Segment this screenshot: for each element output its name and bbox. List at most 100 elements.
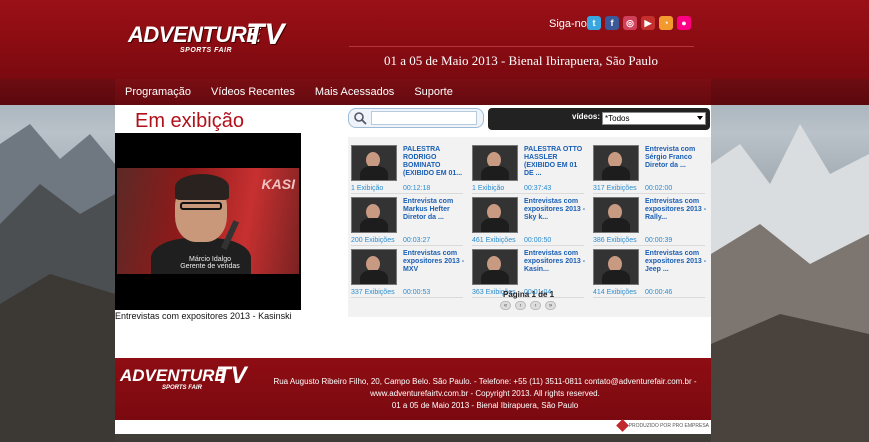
video-filter-label: vídeos: [572,112,601,121]
video-card[interactable]: Entrevista com Sérgio Franco Diretor da … [590,141,708,194]
pagination-controls: « ‹ › » [500,301,556,310]
video-category-select[interactable]: *Todos [602,112,706,125]
player-caption: Entrevistas com expositores 2013 - Kasin… [115,311,292,321]
nav-item-suporte[interactable]: Suporte [404,79,463,105]
video-card[interactable]: Entrevistas com expositores 2013 - MXV 33… [348,245,466,298]
footer-logo-tagline: SPORTS FAIR [162,385,202,391]
credit-text: PRODUZIDO POR PRO EMPRESA [628,422,709,429]
video-duration: 00:02:00 [645,185,673,192]
video-card[interactable]: PALESTRA RODRIGO BOMINATO (EXIBIDO EM 01… [348,141,466,194]
video-category-selected: *Todos [605,114,630,123]
video-card-divider [351,297,463,298]
video-card[interactable]: Entrevistas com expositores 2013 - Rally… [590,193,708,246]
video-title[interactable]: Entrevista com Markus Hefter Diretor da … [403,198,465,222]
video-frame[interactable]: KASI Márcio Idalgo Gerente de vendas [117,168,299,274]
video-title[interactable]: PALESTRA OTTO HASSLER (EXIBIDO EM 01 DE … [524,146,586,178]
video-card[interactable]: Entrevistas com expositores 2013 - Kasin… [469,245,587,298]
search-icon[interactable] [353,111,367,125]
thumbnail-person-body [602,166,630,180]
instagram-icon[interactable]: ◎ [623,16,637,30]
main-content: Em exibição KASI Márcio Idalgo Gerente d… [115,105,711,358]
video-views: 1 Exibição [472,185,505,192]
footer-event-date: 01 a 05 de Maio 2013 - Bienal Ibirapuera… [391,401,579,410]
video-player[interactable]: KASI Márcio Idalgo Gerente de vendas [115,133,301,310]
nav-item-mais-acessados[interactable]: Mais Acessados [305,79,404,105]
thumbnail-person-body [360,218,388,232]
video-thumbnail[interactable] [472,197,518,233]
flickr-icon[interactable]: ● [677,16,691,30]
nav-item-programacao[interactable]: Programação [115,79,201,105]
video-thumbnail[interactable] [351,197,397,233]
prev-page-button[interactable]: ‹ [515,301,526,310]
video-thumbnail[interactable] [593,197,639,233]
video-title[interactable]: Entrevistas com expositores 2013 - Jeep … [645,250,707,274]
video-title[interactable]: Entrevistas com expositores 2013 - MXV [403,250,465,274]
site-footer: ADVENTURE TV SPORTS FAIR Rua Augusto Rib… [115,358,711,420]
search-input[interactable] [371,111,477,125]
last-page-button[interactable]: » [545,301,556,310]
site-logo[interactable]: ADVENTURE TV SPORTS FAIR [128,18,288,60]
video-brand-text: KASI [261,176,295,192]
site-header: ADVENTURE TV SPORTS FAIR Siga-nos: t f ◎ ▶ ◔… [0,0,869,79]
video-card[interactable]: Entrevistas com expositores 2013 - Jeep … [590,245,708,298]
lower-third-role: Gerente de vendas [180,263,240,270]
video-duration: 00:03:27 [403,237,431,244]
chevron-down-icon [697,116,703,120]
thumbnail-person-body [602,218,630,232]
video-thumbnail[interactable] [351,249,397,285]
logo-word-adventure: ADVENTURE [128,22,261,47]
logo-tagline: SPORTS FAIR [180,47,233,54]
video-views: 414 Exibições [593,289,637,296]
video-card[interactable]: Entrevistas com expositores 2013 - Sky k… [469,193,587,246]
lower-third-name: Márcio Idalgo [188,256,232,263]
video-duration: 00:00:46 [645,289,673,296]
video-thumbnail[interactable] [593,145,639,181]
video-title[interactable]: Entrevista com Sérgio Franco Diretor da … [645,146,707,170]
next-page-button[interactable]: › [530,301,541,310]
footer-logo[interactable]: ADVENTURE TV SPORTS FAIR [120,362,250,395]
rss-icon[interactable]: ◔ [659,16,673,30]
nav-item-videos-recentes[interactable]: Vídeos Recentes [201,79,305,105]
video-title[interactable]: Entrevistas com expositores 2013 - Rally… [645,198,707,222]
video-person-hair [175,174,229,200]
social-icons: t f ◎ ▶ ◔ ● [587,16,691,30]
now-showing-heading: Em exibição [135,110,244,132]
video-views: 317 Exibições [593,185,637,192]
video-filter-bar: vídeos: *Todos [488,108,710,130]
thumbnail-person-body [602,270,630,284]
thumbnail-person-body [481,218,509,232]
video-duration: 00:00:53 [403,289,431,296]
credit-link[interactable]: PRODUZIDO POR PRO EMPRESA [615,419,709,432]
video-thumbnail[interactable] [351,145,397,181]
search-box [348,108,484,128]
logo-word-tv: TV [246,18,285,51]
video-duration: 00:00:50 [524,237,552,244]
video-thumbnail[interactable] [472,249,518,285]
facebook-icon[interactable]: f [605,16,619,30]
first-page-button[interactable]: « [500,301,511,310]
video-views: 1 Exibição [351,185,384,192]
twitter-icon[interactable]: t [587,16,601,30]
video-person-glasses [180,202,222,210]
video-card[interactable]: PALESTRA OTTO HASSLER (EXIBIDO EM 01 DE … [469,141,587,194]
pagination-label: Página 1 de 1 [503,290,555,299]
video-views: 200 Exibições [351,237,395,244]
footer-logo-word-tv: TV [216,362,247,389]
video-views: 461 Exibições [472,237,516,244]
footer-site-copyright: www.adventurefairtv.com.br - Copyright 2… [370,389,600,398]
video-title[interactable]: PALESTRA RODRIGO BOMINATO (EXIBIDO EM 01… [403,146,465,178]
thumbnail-person-body [360,270,388,284]
thumbnail-person-body [481,270,509,284]
video-thumbnail[interactable] [472,145,518,181]
video-thumbnail[interactable] [593,249,639,285]
youtube-icon[interactable]: ▶ [641,16,655,30]
video-title[interactable]: Entrevistas com expositores 2013 - Sky k… [524,198,586,222]
video-duration: 00:12:18 [403,185,431,192]
video-title[interactable]: Entrevistas com expositores 2013 - Kasin… [524,250,586,274]
video-duration: 00:37:43 [524,185,552,192]
footer-logo-word-adventure: ADVENTURE [120,366,226,385]
pro-empresa-logo-icon [615,419,629,432]
main-nav: Programação Vídeos Recentes Mais Acessad… [0,79,869,105]
video-views: 337 Exibições [351,289,395,296]
video-card[interactable]: Entrevista com Markus Hefter Diretor da … [348,193,466,246]
